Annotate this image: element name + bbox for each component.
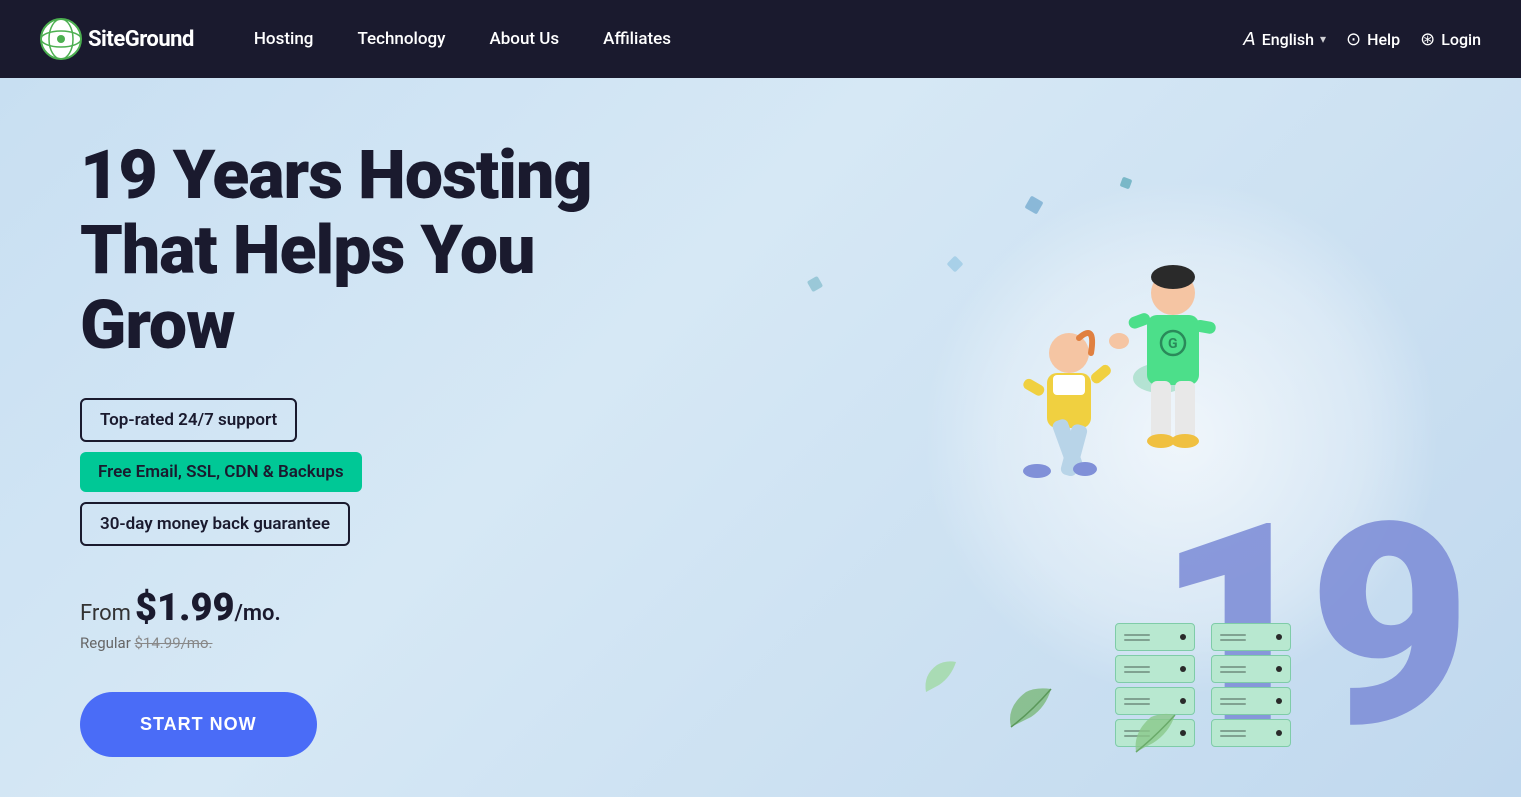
price-value: $1.99 [135,586,235,630]
hero-content: 19 Years Hosting That Helps You Grow Top… [80,138,700,757]
language-label: English [1262,30,1314,49]
nav-affiliates[interactable]: Affiliates [583,21,691,57]
login-label: Login [1441,30,1481,49]
language-selector[interactable]: 𝘈 English ▾ [1243,29,1326,50]
help-icon: ⊙ [1346,29,1361,50]
leaf-decoration-3 [921,657,961,697]
server-unit [1211,655,1291,683]
server-unit [1115,655,1195,683]
nav-links: Hosting Technology About Us Affiliates [234,21,1244,57]
badge-guarantee: 30-day money back guarantee [80,502,350,546]
help-link[interactable]: ⊙ Help [1346,29,1400,50]
badges-list: Top-rated 24/7 support Free Email, SSL, … [80,398,700,546]
server-stack-2 [1211,623,1291,747]
leaf-decoration-1 [1001,677,1061,737]
server-unit [1211,687,1291,715]
per-mo: /mo. [235,601,281,626]
confetti-4 [807,276,823,292]
logo-text: SiteGround [88,27,194,52]
svg-text:G: G [1168,336,1178,352]
main-nav: SiteGround Hosting Technology About Us A… [0,0,1521,78]
login-link[interactable]: ⊛ Login [1420,29,1481,50]
confetti-1 [1024,195,1043,214]
from-label: From [80,601,131,626]
hero-illustration: G [931,223,1271,577]
leaf-decoration-2 [1131,707,1181,757]
nav-right: 𝘈 English ▾ ⊙ Help ⊛ Login [1243,29,1481,50]
price-row: From $1.99/mo. [80,586,700,630]
nav-technology[interactable]: Technology [337,21,465,57]
badge-features: Free Email, SSL, CDN & Backups [80,452,362,492]
server-unit [1211,719,1291,747]
hero-section: 19 Years Hosting That Helps You Grow Top… [0,78,1521,797]
language-icon: 𝘈 [1243,29,1255,50]
start-now-button[interactable]: START NOW [80,692,317,757]
nav-about-us[interactable]: About Us [469,21,579,57]
badge-support: Top-rated 24/7 support [80,398,297,442]
pricing: From $1.99/mo. Regular $14.99/mo. [80,586,700,652]
user-icon: ⊛ [1420,29,1435,50]
regular-price: Regular $14.99/mo. [80,634,700,652]
nav-hosting[interactable]: Hosting [234,21,334,57]
help-label: Help [1367,30,1400,49]
logo-link[interactable]: SiteGround [40,18,194,60]
chevron-down-icon: ▾ [1320,32,1326,46]
hero-title: 19 Years Hosting That Helps You Grow [80,138,700,362]
server-unit [1211,623,1291,651]
server-unit [1115,623,1195,651]
